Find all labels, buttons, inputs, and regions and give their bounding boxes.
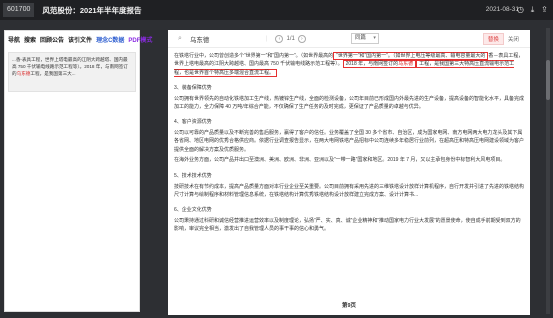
scrollbar-thumb[interactable] <box>546 60 550 100</box>
search-result-item[interactable]: ...香-表具工程，世界上塔电最高的江阴大跨越塔、国内最高 750 千伏输电线路… <box>8 52 136 92</box>
close-button[interactable]: 关闭 <box>508 35 519 43</box>
text-run: 2018 年，与南网签订的 <box>345 61 399 68</box>
download-icon[interactable]: ⤓ <box>528 4 537 15</box>
left-tabs: 导航 搜索 回顾公告 该引文件 理念C数据 PDF模式 <box>5 31 152 44</box>
divider: | <box>265 35 268 42</box>
match-navigator: ‹ 1/1 › <box>275 34 306 43</box>
page-title: 风范股份：2021年半年度报告 <box>42 5 142 15</box>
page-number: 第9页 <box>341 303 357 309</box>
section-heading: 5、技术技术优势 <box>174 172 212 179</box>
document-body: 在铁塔行业中，公司曾创造多个“世界第一”和“国内第一”。（如世界最高的 “世界第一… <box>168 48 530 234</box>
tab-review[interactable]: 回顾公告 <box>40 35 64 44</box>
match-counter: 1/1 <box>286 35 295 42</box>
tab-navigation[interactable]: 导航 <box>8 35 20 44</box>
prev-match-icon[interactable]: ‹ <box>275 34 284 43</box>
snippet-highlight: 乌东德 <box>16 71 31 76</box>
replace-button[interactable]: 替换 <box>482 32 504 45</box>
highlighted-passage: 2018 年，与南网签订的乌东德 <box>342 60 417 69</box>
match-mode-select[interactable]: 同篇 <box>350 33 379 44</box>
toolbar-icons: ◷ ⤓ ⇪ <box>516 4 549 15</box>
search-match: 乌东德 <box>398 61 414 68</box>
tab-cited-files[interactable]: 该引文件 <box>68 35 92 44</box>
tab-data[interactable]: 理念C数据 <box>96 35 124 44</box>
next-match-icon[interactable]: › <box>297 34 306 43</box>
section-heading: 6、企业文化优势 <box>174 207 212 214</box>
snippet-text-post: 工程，是我国第三大... <box>30 71 76 76</box>
find-bar: ⌕ 乌东德 | ‹ 1/1 › 同篇 替换 关闭 <box>168 30 530 48</box>
section-heading: 3、装备保障优势 <box>174 84 212 91</box>
clock-icon[interactable]: ◷ <box>516 4 525 15</box>
boxed-phrase: “世界第一”和“国内第一”。（如世界上电压等级最高、输电容量最大的 <box>333 52 489 60</box>
paragraph: 公司拥有世界领先的自动化铁塔加工生产线，热镀锌生产线，全面的检测设备，公司年目前… <box>174 95 525 110</box>
paragraph: 公司秉持通过科研和诚信经营推进运营效率以及制度理论，弘扬“严、实、真、诚”企业精… <box>174 217 521 233</box>
report-date: 2021-08-31 <box>485 6 519 13</box>
section-heading: 4、客户资源优势 <box>174 119 212 126</box>
paragraph: 在铁塔行业中，公司曾创造多个“世界第一”和“国内第一”。（如世界最高的 “世界第一… <box>174 52 524 77</box>
left-panel: 导航 搜索 回顾公告 该引文件 理念C数据 PDF模式 ...香-表具工程，世界… <box>4 30 152 312</box>
paragraph: 公司以可靠的产品质量以及不断完善的售后服务，赢得了客户的信任。业务覆盖了全国 3… <box>174 130 525 153</box>
paragraph: 在海外业务方面，公司产品并出口至澳洲、美洲、欧洲、非洲、亚洲以及“一带一路”国家… <box>174 157 506 164</box>
document-page: ⌕ 乌东德 | ‹ 1/1 › 同篇 替换 关闭 在铁塔行业中，公司曾创造多个“… <box>168 30 530 315</box>
search-input[interactable]: 乌东德 <box>190 34 260 44</box>
title-bar: 601700 风范股份：2021年半年度报告 2021-08-31 ◷ ⤓ ⇪ <box>0 0 553 20</box>
tab-search[interactable]: 搜索 <box>24 35 36 44</box>
stock-code: 601700 <box>3 3 35 17</box>
tab-pdf-mode[interactable]: PDF模式 <box>128 35 152 44</box>
search-icon: ⌕ <box>178 34 182 42</box>
paragraph: 技研技术在有节约成本，提高产品质量方面对本行业企业至关重要。公司目前拥有采用先进… <box>174 183 525 198</box>
text-run: 在铁塔行业中，公司曾创造多个“世界第一”和“国内第一”。（如世界最高的 <box>174 53 334 59</box>
share-icon[interactable]: ⇪ <box>540 4 549 15</box>
